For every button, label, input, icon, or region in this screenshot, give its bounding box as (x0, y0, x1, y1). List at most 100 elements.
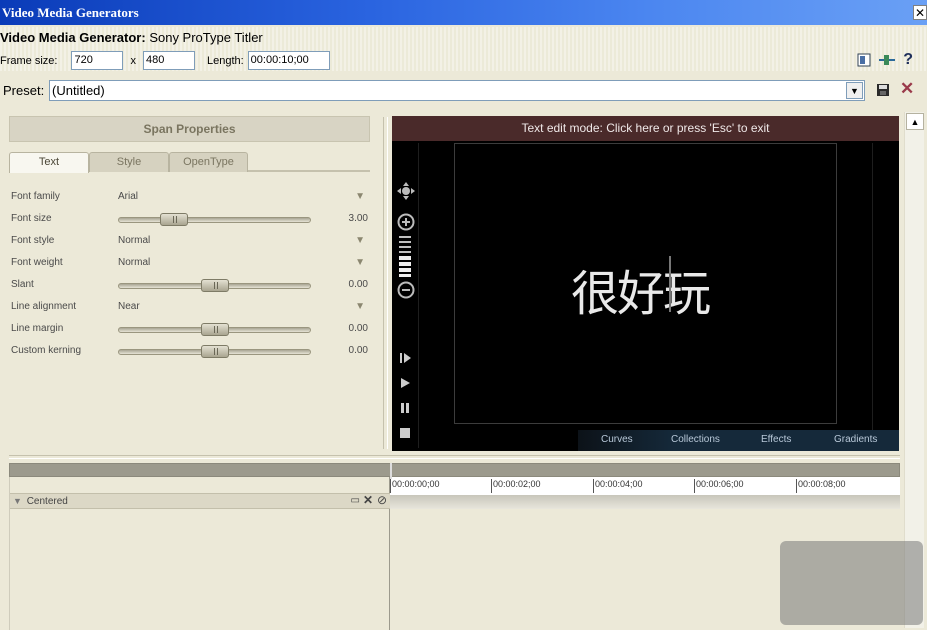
font-size-slider[interactable] (118, 213, 311, 226)
dropdown-arrow-icon[interactable]: ▼ (355, 301, 365, 312)
timeline: ▼ Centered ▭ ✕ ⊘ 00:00:00;00 00:00:02;00… (9, 463, 900, 630)
timeline-ruler[interactable]: 00:00:00;00 00:00:02;00 00:00:04;00 00:0… (390, 477, 900, 495)
track-list: ▼ Centered ▭ ✕ ⊘ (9, 477, 390, 630)
move-icon[interactable] (397, 182, 415, 200)
delete-preset-icon[interactable]: ✕ (900, 79, 914, 99)
stop-icon[interactable] (399, 427, 413, 439)
scroll-up-icon[interactable]: ▲ (906, 113, 924, 130)
save-preset-icon[interactable] (876, 83, 890, 97)
prop-line-margin: Line margin 0.00 (11, 323, 371, 337)
prop-font-style: Font style Normal ▼ (11, 235, 371, 249)
custom-kerning-slider[interactable] (118, 345, 311, 358)
zoom-level-bar (399, 262, 411, 266)
track-header[interactable]: ▼ Centered ▭ ✕ ⊘ (10, 493, 390, 509)
zoom-in-icon[interactable] (397, 213, 415, 231)
frame-size-row: Frame size: 720 x 480 Length: 00:00:10;0… (0, 51, 330, 70)
play-icon[interactable] (399, 377, 413, 389)
prop-label: Slant (11, 279, 34, 290)
collapse-arrow-icon[interactable]: ▼ (13, 496, 22, 506)
prop-label: Font style (11, 235, 55, 246)
close-icon[interactable]: ✕ (363, 493, 373, 507)
tab-opentype[interactable]: OpenType (169, 152, 248, 172)
header-icons: ? (857, 51, 913, 69)
track-name: Centered (26, 496, 68, 507)
zoom-out-icon[interactable] (397, 281, 415, 299)
canvas-text[interactable]: 很好玩 (571, 254, 711, 324)
track-lane[interactable] (390, 495, 900, 509)
tab-effects[interactable]: Effects (761, 434, 791, 445)
properties-icon[interactable] (857, 53, 871, 67)
line-margin-slider[interactable] (118, 323, 311, 336)
horizontal-splitter[interactable] (9, 455, 900, 459)
window-title: Video Media Generators (2, 5, 139, 20)
ruler-tick: 00:00:04;00 (593, 479, 643, 493)
prop-label: Line margin (11, 323, 64, 334)
dropdown-arrow-icon[interactable]: ▼ (846, 82, 863, 99)
dropdown-arrow-icon[interactable]: ▼ (355, 235, 365, 246)
font-style-select[interactable]: Normal (118, 235, 150, 246)
plugin-icon[interactable] (879, 53, 896, 67)
prop-font-size: Font size 3.00 (11, 213, 371, 227)
tab-text[interactable]: Text (9, 152, 89, 173)
custom-kerning-value[interactable]: 0.00 (349, 345, 368, 356)
dropdown-arrow-icon[interactable]: ▼ (355, 257, 365, 268)
length-label: Length: (206, 54, 244, 67)
frame-width-input[interactable]: 720 (71, 51, 124, 70)
disable-icon[interactable]: ⊘ (377, 493, 387, 507)
font-family-select[interactable]: Arial (118, 191, 138, 202)
prop-slant: Slant 0.00 (11, 279, 371, 293)
zoom-level-bar (399, 246, 411, 248)
prop-label: Font size (11, 213, 52, 224)
playhead[interactable] (390, 463, 392, 479)
frame-height-input[interactable]: 480 (142, 51, 195, 70)
font-size-value[interactable]: 3.00 (349, 213, 368, 224)
tab-style[interactable]: Style (89, 152, 169, 172)
timeline-header-bar[interactable] (9, 463, 900, 477)
preview-canvas[interactable]: Text edit mode: Click here or press 'Esc… (392, 116, 899, 451)
track-window-icon[interactable]: ▭ (351, 494, 360, 508)
line-margin-value[interactable]: 0.00 (349, 323, 368, 334)
slant-value[interactable]: 0.00 (349, 279, 368, 290)
prop-line-alignment: Line alignment Near ▼ (11, 301, 371, 315)
slider-track (118, 217, 311, 223)
tab-collections[interactable]: Collections (671, 434, 720, 445)
go-to-start-icon[interactable] (399, 352, 413, 364)
line-alignment-select[interactable]: Near (118, 301, 140, 312)
prop-font-family: Font family Arial ▼ (11, 191, 371, 205)
preset-value: (Untitled) (52, 83, 105, 98)
text-edit-banner[interactable]: Text edit mode: Click here or press 'Esc… (392, 116, 899, 141)
generator-title: Video Media Generator: Sony ProType Titl… (0, 30, 263, 45)
watermark-logo (780, 541, 923, 625)
frame-x-label: x (130, 54, 136, 67)
slider-thumb[interactable] (200, 345, 229, 358)
preset-select[interactable]: (Untitled) ▼ (49, 80, 865, 101)
tab-curves[interactable]: Curves (601, 434, 633, 445)
zoom-level-bar (399, 251, 411, 253)
pause-icon[interactable] (399, 402, 413, 414)
prop-font-weight: Font weight Normal ▼ (11, 257, 371, 271)
prop-custom-kerning: Custom kerning 0.00 (11, 345, 371, 359)
slider-thumb[interactable] (159, 213, 188, 226)
ruler-tick: 00:00:06;00 (694, 479, 744, 493)
font-weight-select[interactable]: Normal (118, 257, 150, 268)
dropdown-arrow-icon[interactable]: ▼ (355, 191, 365, 202)
help-icon[interactable]: ? (903, 51, 913, 69)
span-tabs: Text Style OpenType (9, 152, 370, 173)
generator-prefix: Video Media Generator: (0, 30, 146, 45)
length-input[interactable]: 00:00:10;00 (247, 51, 330, 70)
slider-thumb[interactable] (200, 279, 229, 292)
prop-label: Line alignment (11, 301, 77, 312)
slant-slider[interactable] (118, 279, 311, 292)
close-icon[interactable]: ✕ (913, 5, 927, 20)
zoom-level-bar (399, 274, 411, 277)
slider-thumb[interactable] (200, 323, 229, 336)
span-properties-header: Span Properties (9, 116, 370, 142)
tab-gradients[interactable]: Gradients (834, 434, 877, 445)
generator-header: Video Media Generator: Sony ProType Titl… (0, 27, 927, 71)
generator-name: Sony ProType Titler (149, 30, 263, 45)
prop-label: Custom kerning (11, 345, 82, 356)
window-titlebar: Video Media Generators ✕ (0, 0, 927, 25)
span-properties-panel: Span Properties Text Style OpenType Font… (0, 108, 382, 452)
vertical-splitter[interactable] (383, 117, 388, 449)
zoom-level-bar (399, 256, 411, 260)
